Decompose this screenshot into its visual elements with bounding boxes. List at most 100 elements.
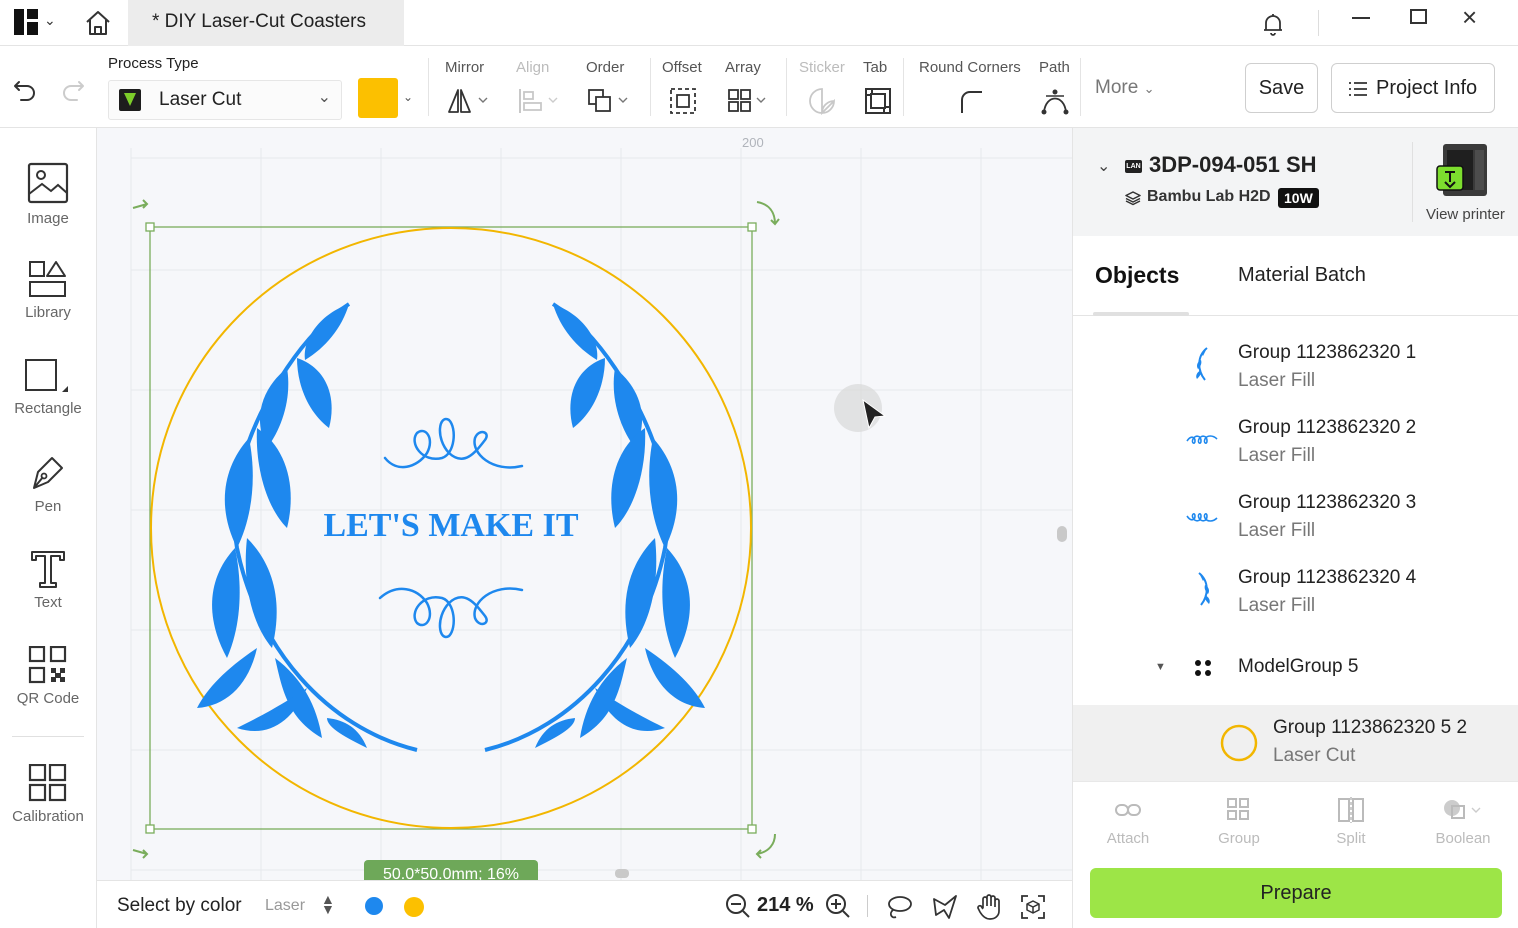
canvas-drawing[interactable]: 200 LET'S MAKE IT [97,128,1072,880]
sidebar-item-pen[interactable]: Pen [0,454,96,515]
sticker-icon[interactable] [807,86,837,116]
boolean-button[interactable]: Boolean [1418,796,1508,847]
printer-image-icon[interactable] [1435,142,1493,198]
title-bar: ⌄ * DIY Laser-Cut Coasters × [0,0,1518,46]
select-by-color-label: Select by color [117,895,242,916]
mirror-icon[interactable] [446,86,492,116]
round-corners-icon[interactable] [956,86,986,116]
object-actions: Attach Group Split Boolean [1073,781,1518,861]
home-icon[interactable] [82,7,114,39]
collapse-caret-icon[interactable]: ▼ [1155,661,1166,673]
attach-button[interactable]: Attach [1083,796,1173,847]
order-icon[interactable] [586,86,632,116]
sidebar-item-image[interactable]: Image [0,162,96,227]
object-type: Laser Fill [1238,595,1316,616]
sidebar-item-label: Pen [34,498,62,515]
object-row[interactable]: Group 1123862320 2 Laser Fill [1073,403,1518,473]
zoom-level[interactable]: 214 % [757,894,814,917]
path-icon[interactable] [1040,86,1070,116]
object-row[interactable]: Group 1123862320 1 Laser Fill [1073,328,1518,398]
object-name: Group 1123862320 2 [1238,417,1417,438]
pan-hand-icon[interactable] [975,893,1003,921]
circle-thumbnail [1220,724,1258,762]
document-tab[interactable]: * DIY Laser-Cut Coasters [128,0,404,46]
object-row[interactable]: Group 1123862320 4 Laser Fill [1073,553,1518,623]
sidebar-item-calibration[interactable]: Calibration [0,764,96,825]
sidebar-item-label: Library [25,304,71,321]
save-button[interactable]: Save [1245,63,1318,113]
chevron-down-icon[interactable]: ⌄ [403,90,413,104]
project-info-label: Project Info [1376,77,1478,99]
design-canvas[interactable]: 200 LET'S MAKE IT 50.0*50.0mm; 16% [97,128,1072,880]
fit-view-icon[interactable] [1019,893,1047,921]
layer-color-swatch[interactable] [358,78,398,118]
split-button[interactable]: Split [1306,796,1396,847]
select-tool-icon[interactable] [931,893,959,921]
sidebar-item-label: QR Code [16,690,80,707]
boolean-label: Boolean [1435,830,1491,847]
sidebar-item-library[interactable]: Library [0,260,96,321]
flourish-thumbnail [1186,513,1218,522]
zoom-out-icon[interactable] [725,893,751,919]
rectangle-icon [25,359,68,392]
tab-icon[interactable] [863,86,893,116]
maximize-window-icon[interactable] [1410,9,1427,24]
object-name: Group 1123862320 4 [1238,567,1417,588]
sort-arrows-icon[interactable]: ▲ ▼ [321,892,335,916]
array-icon[interactable] [727,86,773,116]
sidebar-item-label: Text [34,594,62,611]
object-name: Group 1123862320 5 2 [1273,717,1468,738]
project-info-button[interactable]: Project Info [1331,63,1495,113]
sidebar-item-text[interactable]: Text [0,550,96,611]
prepare-button[interactable]: Prepare [1090,868,1502,918]
selected-object-row[interactable]: Group 1123862320 5 2 Laser Cut [1073,705,1518,781]
minimize-window-icon[interactable] [1352,17,1370,19]
object-panel-tabs: Objects Material Batch [1073,236,1518,316]
group-dots-icon [1195,660,1211,676]
split-label: Split [1336,830,1366,847]
dimensions-badge: 50.0*50.0mm; 16% [364,860,538,880]
more-button[interactable]: More ⌄ [1095,77,1154,99]
color-filter-yellow[interactable] [404,897,424,917]
sidebar-item-rectangle[interactable]: Rectangle [0,358,96,417]
round-corners-label: Round Corners [919,59,1021,76]
flourish-thumbnail [1186,435,1218,444]
more-label: More [1095,77,1139,98]
tab-material-batch[interactable]: Material Batch [1238,264,1366,287]
undo-icon[interactable] [10,74,40,104]
toolbar-divider [428,58,429,116]
model-group-row[interactable]: ▼ ModelGroup 5 [1073,643,1518,693]
laser-filter-select[interactable]: Laser [265,897,305,915]
qr-code-icon [28,646,67,684]
object-type: Laser Cut [1273,745,1356,766]
laser-cut-icon [119,89,141,111]
offset-icon[interactable] [668,86,698,116]
process-type-label: Process Type [108,55,199,72]
horizontal-scrollbar-thumb [615,869,629,878]
mirror-label: Mirror [445,59,485,76]
color-filter-blue[interactable] [365,897,383,915]
leaf-branch-thumbnail [1198,572,1210,606]
chevron-down-icon[interactable]: ⌄ [1097,156,1110,176]
order-label: Order [586,59,625,76]
redo-icon[interactable] [58,74,88,104]
close-window-icon[interactable]: × [1462,4,1477,30]
chevron-down-icon: ⌄ [1143,81,1155,96]
chevron-down-icon[interactable]: ⌄ [44,12,56,29]
align-icon[interactable] [516,86,562,116]
sidebar-item-qr-code[interactable]: QR Code [0,646,96,707]
split-icon [1338,797,1364,823]
group-button[interactable]: Group [1194,796,1284,847]
zoom-in-icon[interactable] [825,893,851,919]
printer-card[interactable]: ⌄ LAN 3DP-094-051 SH Bambu Lab H2D 10W V… [1073,128,1518,236]
object-row[interactable]: Group 1123862320 3 Laser Fill [1073,478,1518,548]
notification-bell-icon[interactable] [1258,9,1288,39]
lasso-icon[interactable] [885,893,913,921]
titlebar-divider [1318,10,1319,36]
process-type-value: Laser Cut [159,89,242,110]
view-printer-label[interactable]: View printer [1426,206,1505,223]
process-type-select[interactable]: Laser Cut ⌄ [108,80,342,120]
tab-objects[interactable]: Objects [1095,262,1179,289]
object-type: Laser Fill [1238,445,1316,466]
app-logo-icon[interactable] [14,9,38,35]
